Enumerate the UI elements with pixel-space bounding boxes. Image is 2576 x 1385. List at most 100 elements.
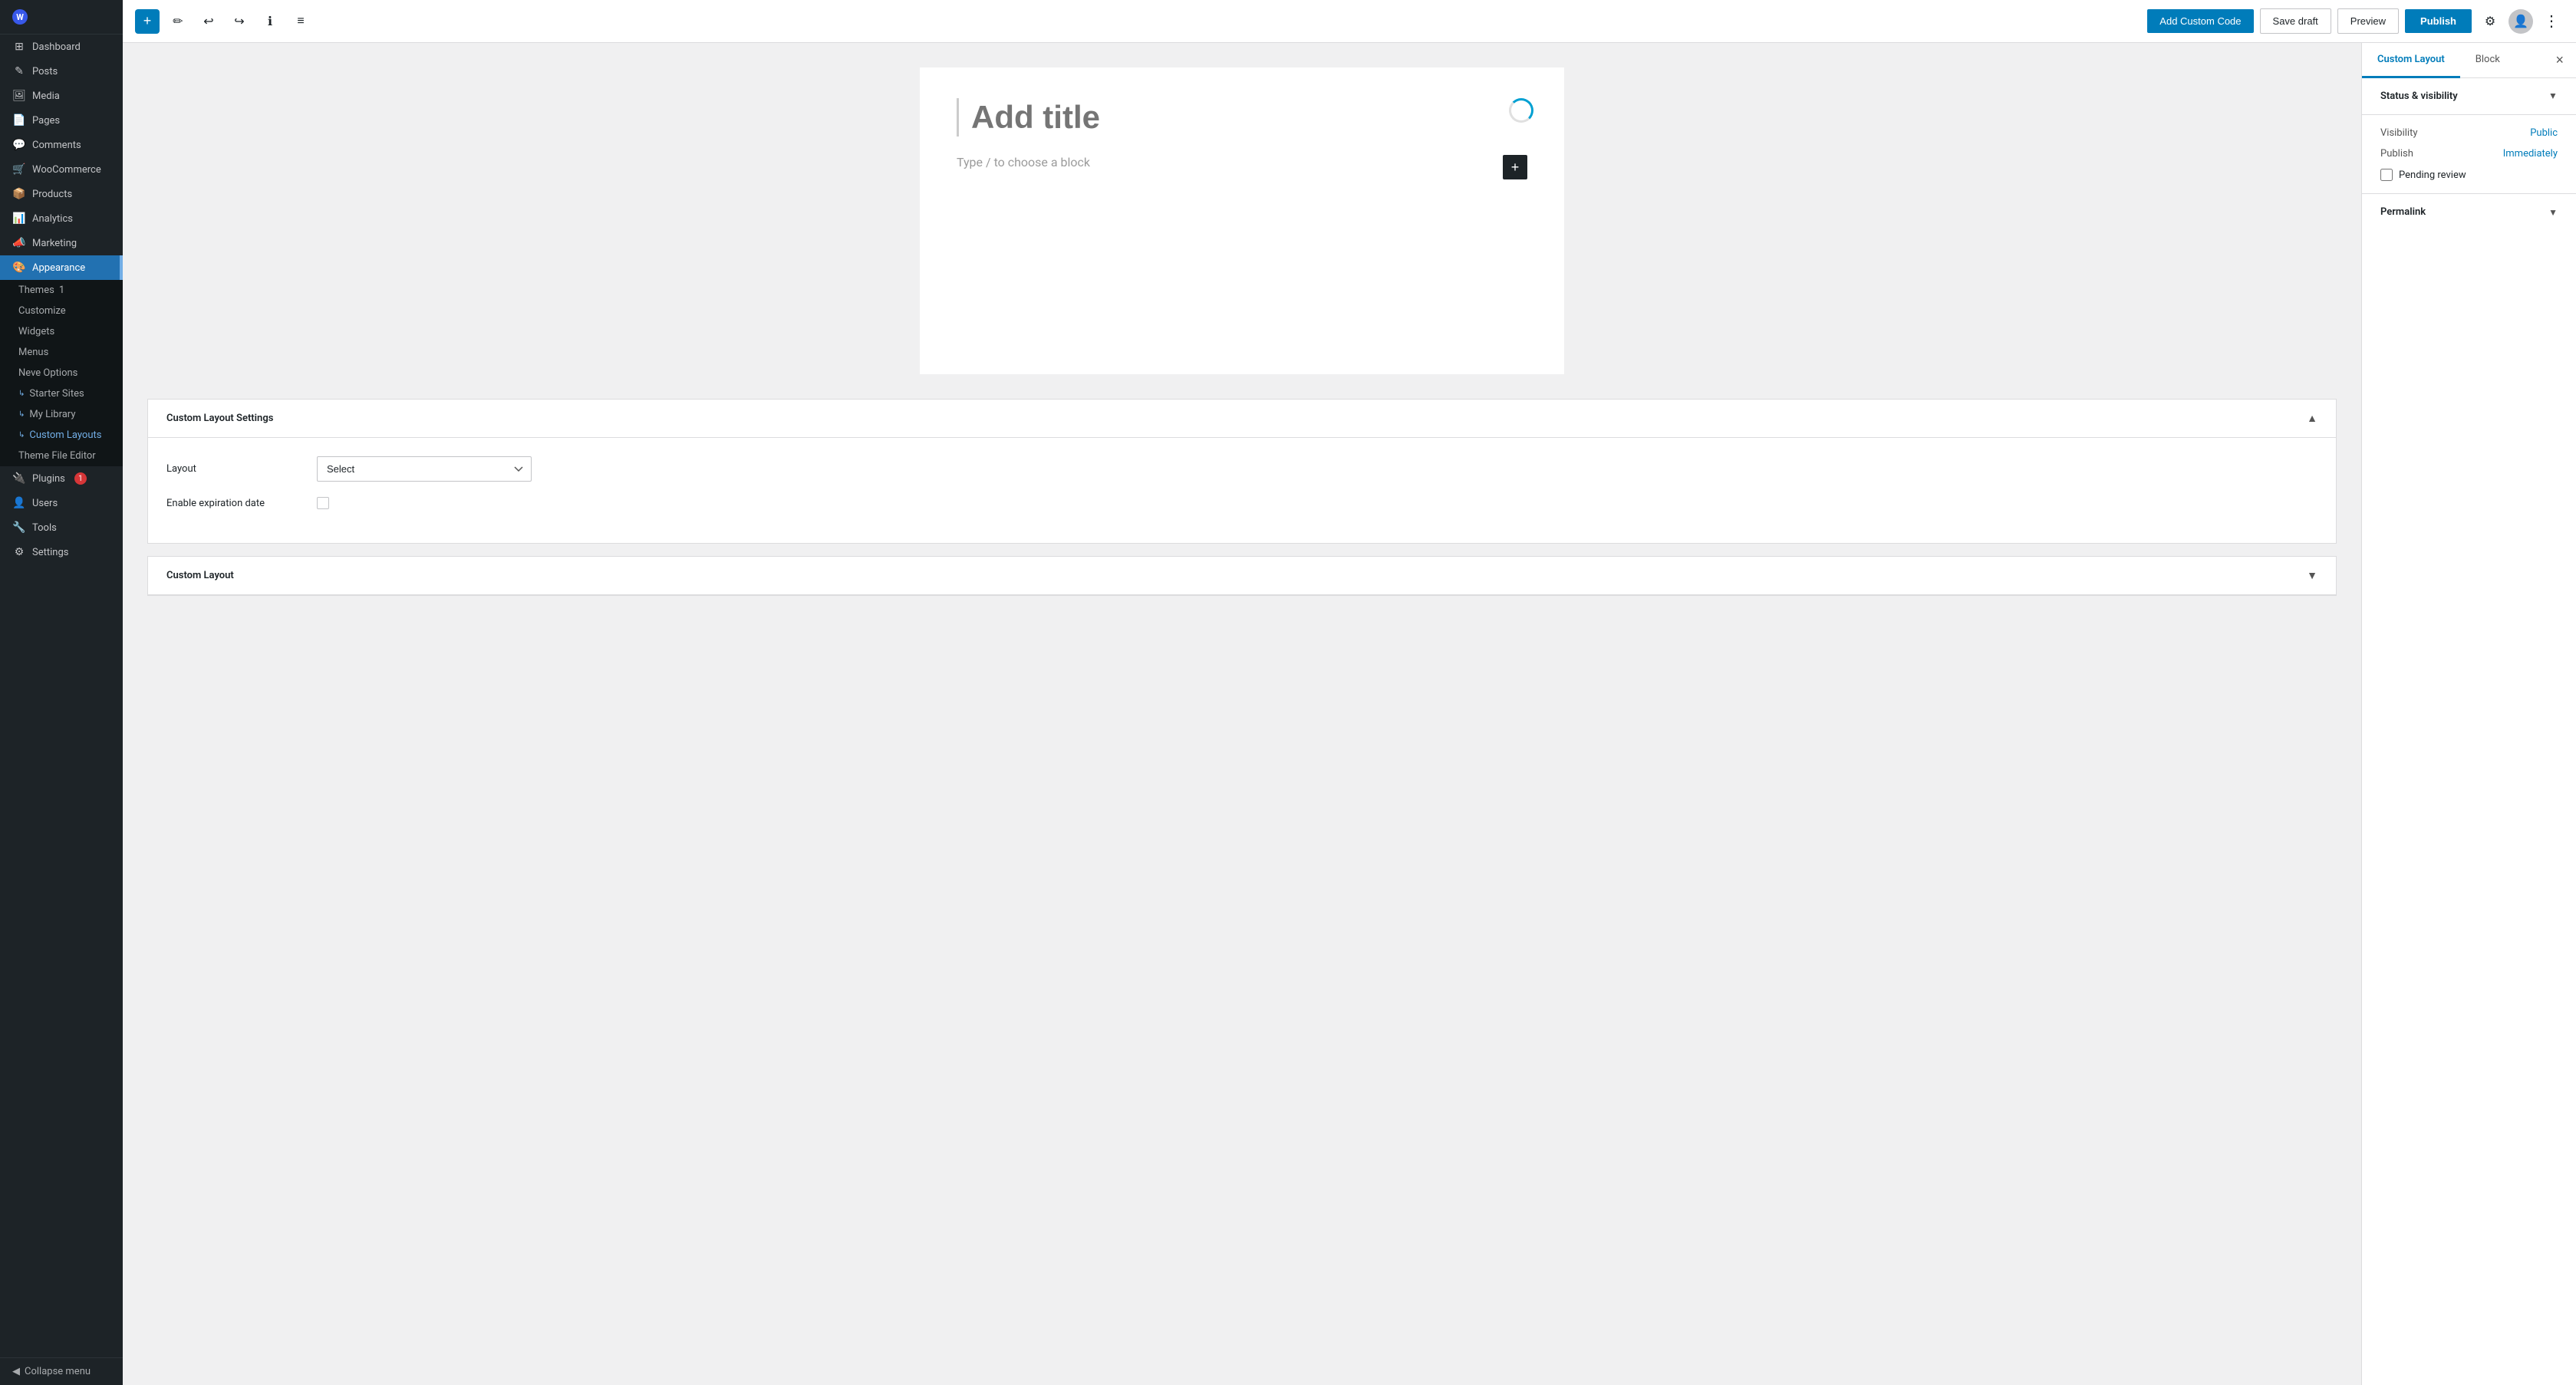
right-panel-close-button[interactable]: × xyxy=(2543,43,2576,77)
sidebar-item-label: Products xyxy=(32,189,72,200)
posts-icon: ✎ xyxy=(12,65,26,77)
layout-select[interactable]: Select Header Footer Custom xyxy=(317,456,532,482)
sidebar-item-label: Comments xyxy=(32,140,81,151)
publish-button[interactable]: Publish xyxy=(2405,9,2472,33)
sidebar-item-products[interactable]: 📦 Products xyxy=(0,182,123,206)
sidebar-item-posts[interactable]: ✎ Posts xyxy=(0,59,123,84)
custom-layout-panel-chevron-icon: ▼ xyxy=(2307,569,2317,582)
sidebar-item-label: WooCommerce xyxy=(32,164,101,176)
sidebar-subitem-starter-sites[interactable]: ↳ Starter Sites xyxy=(0,383,123,404)
tab-custom-layout[interactable]: Custom Layout xyxy=(2362,43,2460,78)
custom-layout-settings-panel: Custom Layout Settings ▲ Layout Select H… xyxy=(147,399,2337,544)
tools-label: Tools xyxy=(32,522,57,534)
preview-button[interactable]: Preview xyxy=(2337,8,2399,34)
redo-button[interactable]: ↪ xyxy=(227,9,252,34)
sidebar-subitem-widgets[interactable]: Widgets xyxy=(0,321,123,342)
editor-body-area: Type / to choose a block + xyxy=(957,155,1527,179)
sidebar-item-media[interactable]: 🖼 Media xyxy=(0,84,123,108)
edit-button[interactable]: ✏ xyxy=(166,9,190,34)
sidebar-item-tools[interactable]: 🔧 Tools xyxy=(0,515,123,540)
appearance-icon: 🎨 xyxy=(12,262,26,274)
status-visibility-body: Visibility Public Publish Immediately Pe… xyxy=(2362,115,2576,194)
wp-logo: W xyxy=(12,9,28,25)
sidebar-item-users[interactable]: 👤 Users xyxy=(0,491,123,515)
visibility-label: Visibility xyxy=(2380,127,2418,139)
sidebar-item-label: Media xyxy=(32,90,60,102)
sidebar-subitem-menus[interactable]: Menus xyxy=(0,342,123,363)
editor-settings-button[interactable]: ⚙ xyxy=(2478,9,2502,34)
sidebar-subitem-neve-options[interactable]: Neve Options xyxy=(0,363,123,383)
status-visibility-section: Status & visibility ▲ Visibility Public … xyxy=(2362,78,2576,194)
custom-layouts-label: Custom Layouts xyxy=(29,429,101,441)
status-visibility-chevron-icon: ▲ xyxy=(2548,91,2558,102)
toolbar: + ✏ ↩ ↪ ℹ ≡ Add Custom Code Save draft P… xyxy=(123,0,2576,43)
add-block-inline-button[interactable]: + xyxy=(1503,155,1527,179)
permalink-chevron-icon: ▼ xyxy=(2548,207,2558,218)
permalink-header[interactable]: Permalink ▼ xyxy=(2362,194,2576,230)
sidebar-subitem-my-library[interactable]: ↳ My Library xyxy=(0,404,123,425)
sidebar-item-comments[interactable]: 💬 Comments xyxy=(0,133,123,157)
list-view-button[interactable]: ≡ xyxy=(288,9,313,34)
pending-review-checkbox[interactable] xyxy=(2380,169,2393,181)
publish-row: Publish Immediately xyxy=(2380,148,2558,160)
sidebar-item-appearance[interactable]: 🎨 Appearance xyxy=(0,255,123,280)
themes-label: Themes xyxy=(18,285,54,296)
tab-block[interactable]: Block xyxy=(2460,43,2515,78)
editor-title-input[interactable] xyxy=(957,98,1527,137)
custom-layouts-arrow: ↳ xyxy=(18,431,25,439)
plugins-badge: 1 xyxy=(74,472,87,485)
custom-layout-settings-title: Custom Layout Settings xyxy=(166,413,273,424)
more-options-button[interactable]: ⋮ xyxy=(2539,9,2564,34)
tools-icon: 🔧 xyxy=(12,521,26,534)
permalink-title: Permalink xyxy=(2380,206,2426,218)
custom-layout-settings-chevron-icon: ▲ xyxy=(2307,412,2317,425)
collapse-menu[interactable]: ◀ Collapse menu xyxy=(0,1357,123,1385)
woocommerce-icon: 🛒 xyxy=(12,163,26,176)
custom-layout-panel-header[interactable]: Custom Layout ▼ xyxy=(148,557,2336,595)
editor-body-text[interactable]: Type / to choose a block xyxy=(957,155,1491,169)
sidebar-item-marketing[interactable]: 📣 Marketing xyxy=(0,231,123,255)
users-icon: 👤 xyxy=(12,497,26,509)
sidebar-item-settings[interactable]: ⚙ Settings xyxy=(0,540,123,564)
sidebar-subitem-custom-layouts[interactable]: ↳ Custom Layouts xyxy=(0,425,123,446)
widgets-label: Widgets xyxy=(18,326,54,337)
publish-value[interactable]: Immediately xyxy=(2503,148,2558,160)
status-visibility-header[interactable]: Status & visibility ▲ xyxy=(2362,78,2576,115)
pages-icon: 📄 xyxy=(12,114,26,127)
visibility-value[interactable]: Public xyxy=(2530,127,2558,139)
sidebar: W ⊞ Dashboard ✎ Posts 🖼 Media 📄 Pages 💬 … xyxy=(0,0,123,1385)
loading-spinner xyxy=(1509,98,1533,123)
sidebar-item-dashboard[interactable]: ⊞ Dashboard xyxy=(0,35,123,59)
sidebar-subitem-themes[interactable]: Themes 1 xyxy=(0,280,123,301)
sidebar-item-label: Posts xyxy=(32,66,58,77)
sidebar-item-analytics[interactable]: 📊 Analytics xyxy=(0,206,123,231)
publish-label: Publish xyxy=(2380,148,2413,160)
sidebar-item-woocommerce[interactable]: 🛒 WooCommerce xyxy=(0,157,123,182)
undo-button[interactable]: ↩ xyxy=(196,9,221,34)
settings-icon: ⚙ xyxy=(12,546,26,558)
sidebar-item-plugins[interactable]: 🔌 Plugins 1 xyxy=(0,466,123,491)
custom-layout-settings-header[interactable]: Custom Layout Settings ▲ xyxy=(148,400,2336,438)
user-avatar[interactable]: 👤 xyxy=(2508,9,2533,34)
pending-review-label: Pending review xyxy=(2399,169,2466,181)
collapse-arrow-icon: ◀ xyxy=(12,1366,20,1377)
save-draft-button[interactable]: Save draft xyxy=(2260,8,2331,34)
sidebar-item-label: Appearance xyxy=(32,262,85,274)
right-panel-header: Custom Layout Block × xyxy=(2362,43,2576,78)
plugins-icon: 🔌 xyxy=(12,472,26,485)
add-custom-code-button[interactable]: Add Custom Code xyxy=(2147,9,2253,33)
starter-sites-label: Starter Sites xyxy=(29,388,84,400)
visibility-row: Visibility Public xyxy=(2380,127,2558,139)
dashboard-icon: ⊞ xyxy=(12,41,26,53)
sidebar-subitem-theme-file-editor[interactable]: Theme File Editor xyxy=(0,446,123,466)
sidebar-item-pages[interactable]: 📄 Pages xyxy=(0,108,123,133)
starter-sites-arrow: ↳ xyxy=(18,390,25,398)
expiration-checkbox[interactable] xyxy=(317,497,329,509)
analytics-icon: 📊 xyxy=(12,212,26,225)
info-button[interactable]: ℹ xyxy=(258,9,282,34)
editor: Type / to choose a block + Custom Layout… xyxy=(123,43,2361,1385)
custom-layout-panel-title: Custom Layout xyxy=(166,570,234,581)
add-block-button[interactable]: + xyxy=(135,9,160,34)
plugins-label: Plugins xyxy=(32,473,65,485)
sidebar-subitem-customize[interactable]: Customize xyxy=(0,301,123,321)
